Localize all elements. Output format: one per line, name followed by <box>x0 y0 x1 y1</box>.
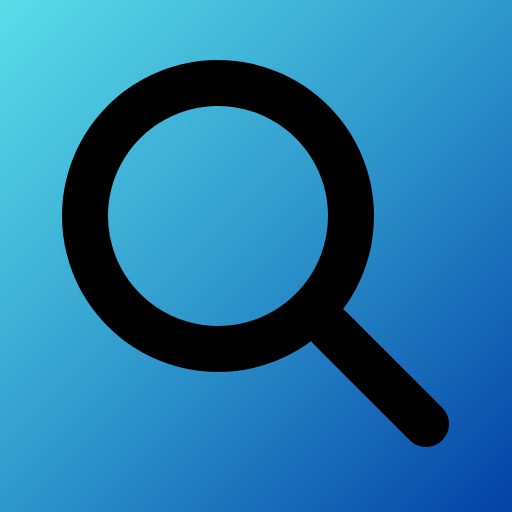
magnifier-handle <box>307 305 449 447</box>
search-icon <box>0 0 512 512</box>
magnifier-lens <box>62 60 374 372</box>
search-app-icon[interactable] <box>0 0 512 512</box>
